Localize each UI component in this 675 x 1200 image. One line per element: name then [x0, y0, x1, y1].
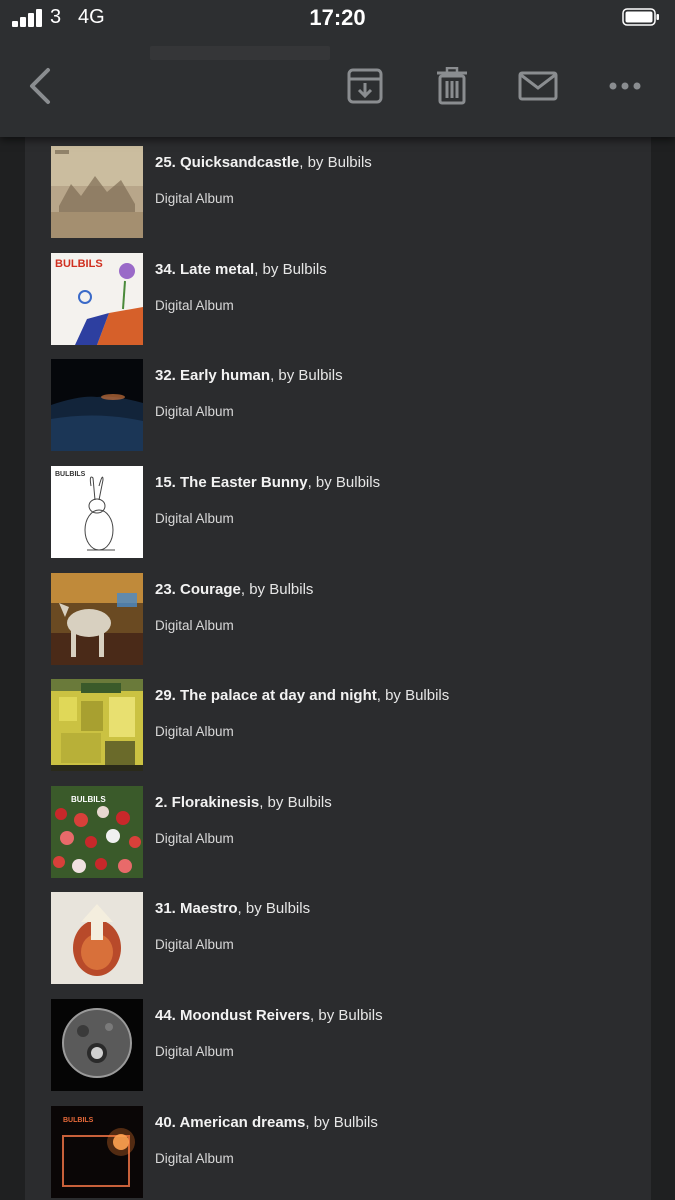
album-cover-palace[interactable] [51, 679, 143, 771]
archive-icon [347, 68, 383, 104]
album-cover-easter-bunny[interactable]: BULBILS [51, 466, 143, 558]
album-title[interactable]: 23. Courage [155, 581, 241, 598]
archive-button[interactable] [343, 62, 387, 110]
album-title[interactable]: 2. Florakinesis [155, 794, 259, 811]
list-item[interactable]: BULBILS 40. American dreams, by Bulbils … [51, 1106, 651, 1198]
album-title[interactable]: 34. Late metal [155, 261, 254, 278]
status-bar: 3 4G 17:20 [0, 0, 675, 36]
album-format: Digital Album [155, 1044, 234, 1059]
album-artist: , by Bulbils [307, 474, 381, 491]
album-format: Digital Album [155, 191, 234, 206]
toolbar [0, 50, 675, 126]
album-cover-early-human[interactable] [51, 359, 143, 451]
album-format: Digital Album [155, 1151, 234, 1166]
list-item[interactable]: 29. The palace at day and night, by Bulb… [51, 679, 651, 771]
more-icon [609, 82, 641, 90]
album-title[interactable]: 25. Quicksandcastle [155, 154, 299, 171]
album-artist: , by Bulbils [254, 261, 327, 278]
album-format: Digital Album [155, 404, 234, 419]
delete-button[interactable] [430, 62, 474, 110]
album-artist: , by Bulbils [240, 581, 314, 598]
back-icon [30, 68, 50, 104]
album-artist: , by Bulbils [237, 900, 311, 917]
album-title[interactable]: 31. Maestro [155, 900, 238, 917]
album-cover-text: BULBILS [71, 795, 106, 804]
album-format: Digital Album [155, 511, 234, 526]
album-title[interactable]: 32. Early human [155, 367, 270, 384]
more-button[interactable] [603, 62, 647, 110]
album-cover-text: BULBILS [55, 471, 86, 478]
mail-icon [518, 71, 558, 101]
album-format: Digital Album [155, 618, 234, 633]
clock: 17:20 [309, 5, 366, 30]
list-item[interactable]: 31. Maestro, by Bulbils Digital Album [51, 892, 651, 984]
album-cover-quicksandcastle[interactable] [51, 146, 143, 238]
album-artist: , by Bulbils [376, 687, 450, 704]
list-item[interactable]: 23. Courage, by Bulbils Digital Album [51, 573, 651, 665]
album-cover-text: BULBILS [63, 1117, 94, 1124]
album-format: Digital Album [155, 937, 234, 952]
album-title[interactable]: 29. The palace at day and night [155, 687, 377, 704]
album-format: Digital Album [155, 831, 234, 846]
album-artist: , by Bulbils [310, 1007, 383, 1024]
list-item[interactable]: BULBILS 15. The Easter Bunny, by Bulbils… [51, 466, 651, 558]
list-item[interactable]: 25. Quicksandcastle, by Bulbils Digital … [51, 146, 651, 238]
album-title[interactable]: 44. Moondust Reivers [155, 1007, 310, 1024]
trash-icon [437, 67, 467, 105]
album-cover-courage[interactable] [51, 573, 143, 665]
album-cover-american-dreams[interactable]: BULBILS [51, 1106, 143, 1198]
album-cover-late-metal[interactable]: BULBILS [51, 253, 143, 345]
back-button[interactable] [18, 62, 62, 110]
album-artist: , by Bulbils [305, 1114, 378, 1131]
album-artist: , by Bulbils [259, 794, 332, 811]
album-cover-florakinesis[interactable]: BULBILS [51, 786, 143, 878]
battery-icon [622, 8, 660, 26]
album-cover-text: BULBILS [55, 258, 103, 270]
list-item[interactable]: 32. Early human, by Bulbils Digital Albu… [51, 359, 651, 451]
album-artist: , by Bulbils [270, 367, 343, 384]
list-item[interactable]: BULBILS 34. Late metal, by Bulbils Digit… [51, 253, 651, 345]
album-cover-maestro[interactable] [51, 892, 143, 984]
album-artist: , by Bulbils [299, 154, 372, 171]
list-item[interactable]: 44. Moondust Reivers, by Bulbils Digital… [51, 999, 651, 1091]
top-bar: 3 4G 17:20 [0, 0, 675, 137]
album-format: Digital Album [155, 724, 234, 739]
album-cover-moondust-reivers[interactable] [51, 999, 143, 1091]
album-format: Digital Album [155, 298, 234, 313]
album-title[interactable]: 40. American dreams [155, 1114, 305, 1131]
album-title[interactable]: 15. The Easter Bunny [155, 474, 308, 491]
message-body: 25. Quicksandcastle, by Bulbils Digital … [25, 137, 651, 1200]
list-item[interactable]: BULBILS 2. Florakinesis, by Bulbils Digi… [51, 786, 651, 878]
mark-unread-button[interactable] [516, 62, 560, 110]
